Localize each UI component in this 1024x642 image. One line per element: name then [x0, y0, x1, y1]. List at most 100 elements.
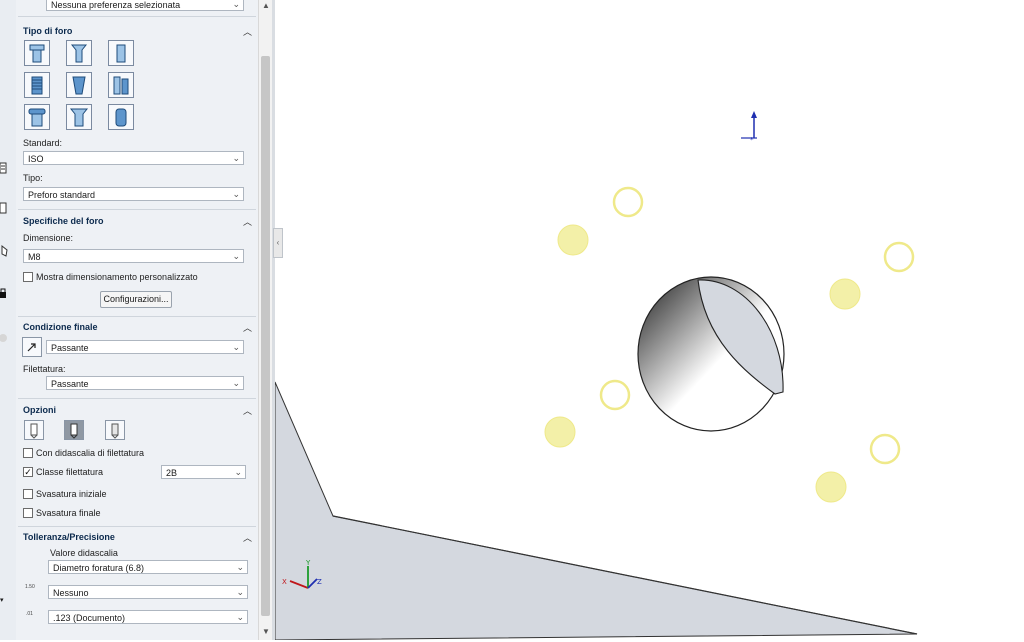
chevron-down-icon: ⌄: [236, 612, 244, 622]
scroll-down-icon[interactable]: ▼: [259, 626, 273, 638]
callout-checkbox[interactable]: [23, 448, 33, 458]
scroll-up-icon[interactable]: ▲: [259, 0, 273, 12]
chevron-down-icon: ⌄: [236, 587, 244, 597]
graphics-viewport[interactable]: * X Y Z: [274, 0, 1024, 641]
list-icon[interactable]: [0, 162, 8, 174]
chevron-down-icon: ⌄: [232, 251, 240, 261]
svg-text:*: *: [750, 136, 754, 144]
collapse-icon[interactable]: ︿: [243, 25, 252, 38]
countersink-slot-icon[interactable]: [66, 104, 92, 130]
divider: [18, 526, 256, 527]
dimensione-label: Dimensione:: [23, 233, 74, 243]
precision-icon: .01: [26, 611, 33, 617]
legacy-hole-icon[interactable]: [108, 72, 134, 98]
lock-icon[interactable]: [0, 286, 8, 298]
tipo-label: Tipo:: [23, 173, 43, 183]
custom-sizing-checkbox[interactable]: [23, 272, 33, 282]
standard-dropdown[interactable]: ISO ⌄: [23, 151, 244, 165]
collapse-icon[interactable]: ︿: [243, 531, 252, 544]
near-side-countersink-label: Svasatura iniziale: [36, 489, 107, 499]
end-condition-value: Passante: [51, 343, 89, 353]
precision-dropdown[interactable]: .123 (Documento) ⌄: [48, 610, 248, 624]
hole-preview-outline: [883, 241, 915, 273]
chevron-down-icon: ⌄: [236, 562, 244, 572]
tapped-hole-icon[interactable]: [24, 72, 50, 98]
thread-class-dropdown[interactable]: 2B ⌄: [161, 465, 246, 479]
divider: [18, 316, 256, 317]
chevron-down-icon: ⌄: [232, 153, 240, 163]
chevron-down-icon: ⌄: [232, 189, 240, 199]
tipo-dropdown[interactable]: Preforo standard ⌄: [23, 187, 244, 201]
straight-hole-icon[interactable]: [108, 40, 134, 66]
hole-preview-filled: [557, 224, 589, 256]
favorite-dropdown[interactable]: Nessuna preferenza selezionata ⌄: [46, 0, 244, 11]
valore-didascalia-label: Valore didascalia: [50, 548, 118, 558]
far-side-countersink-checkbox[interactable]: [23, 508, 33, 518]
tolerance-type-icon: 1.50: [25, 584, 35, 590]
thread-cosmetic-icon[interactable]: [64, 420, 84, 440]
collapse-icon[interactable]: ︿: [243, 321, 252, 334]
section-title-tolleranza: Tolleranza/Precisione: [23, 532, 115, 542]
properties-icon[interactable]: [0, 202, 8, 214]
axis-y-label: Y: [305, 559, 311, 567]
thread-class-label: Classe filettatura: [36, 467, 104, 477]
origin-marker-icon: *: [741, 111, 757, 144]
custom-sizing-label: Mostra dimensionamento personalizzato: [36, 272, 198, 282]
chevron-down-icon: ⌄: [234, 467, 242, 477]
counterbore-slot-icon[interactable]: [24, 104, 50, 130]
scroll-thumb[interactable]: [261, 56, 270, 616]
dimensione-dropdown[interactable]: M8 ⌄: [23, 249, 244, 263]
standard-label: Standard:: [23, 138, 63, 148]
favorite-dropdown-value: Nessuna preferenza selezionata: [51, 0, 181, 10]
chevron-down-icon: ⌄: [232, 378, 240, 388]
divider: [18, 398, 256, 399]
divider: [18, 16, 256, 17]
section-title-opzioni: Opzioni: [23, 405, 56, 415]
collapse-icon[interactable]: ︿: [243, 215, 252, 228]
thread-class-value: 2B: [166, 468, 178, 478]
tipo-value: Preforo standard: [28, 190, 96, 200]
valore-didascalia-dropdown[interactable]: Diametro foratura (6.8) ⌄: [48, 560, 248, 574]
hole-preview-outline: [612, 186, 644, 218]
hole-preview-outline: [869, 433, 901, 465]
thread-shaded-icon[interactable]: [105, 420, 125, 440]
filettatura-label: Filettatura:: [23, 364, 66, 374]
part-lower-face: [274, 381, 918, 641]
panel-scrollbar[interactable]: ▲ ▼: [258, 0, 273, 640]
hole-preview-filled: [815, 471, 847, 503]
expand-arrow-icon[interactable]: ▾: [0, 596, 8, 608]
far-side-countersink-label: Svasatura finale: [36, 508, 101, 518]
hand-icon[interactable]: [0, 244, 8, 257]
configurations-button[interactable]: Configurazioni...: [100, 291, 172, 308]
chevron-down-icon: ⌄: [232, 342, 240, 352]
hole-preview-outline: [599, 379, 631, 411]
axis-x-label: X: [282, 578, 287, 586]
countersink-hole-icon[interactable]: [66, 40, 92, 66]
reverse-direction-icon[interactable]: [22, 337, 42, 357]
dimensione-value: M8: [28, 252, 41, 262]
collapse-icon[interactable]: ︿: [243, 404, 252, 417]
axis-z-label: Z: [317, 578, 322, 586]
hole-preview-filled: [544, 416, 576, 448]
tapered-hole-icon[interactable]: [66, 72, 92, 98]
section-title-specifiche: Specifiche del foro: [23, 216, 104, 226]
chevron-down-icon: ⌄: [232, 0, 240, 9]
thread-no-cosmetic-icon[interactable]: [24, 420, 44, 440]
callout-label: Con didascalia di filettatura: [36, 448, 145, 458]
end-condition-dropdown[interactable]: Passante ⌄: [46, 340, 244, 354]
tolerance-value: Nessuno: [53, 588, 89, 598]
filettatura-value: Passante: [51, 379, 89, 389]
section-title-tipo-di-foro: Tipo di foro: [23, 26, 73, 36]
appearance-icon[interactable]: [0, 332, 8, 344]
tolerance-dropdown[interactable]: Nessuno ⌄: [48, 585, 248, 599]
near-side-countersink-checkbox[interactable]: [23, 489, 33, 499]
counterbore-hole-icon[interactable]: [24, 40, 50, 66]
straight-slot-icon[interactable]: [108, 104, 134, 130]
filettatura-dropdown[interactable]: Passante ⌄: [46, 376, 244, 390]
precision-value: .123 (Documento): [53, 613, 126, 623]
left-toolbar-strip: ▾: [0, 0, 17, 640]
center-hole: [637, 276, 785, 432]
model-view[interactable]: * X Y Z: [274, 0, 1024, 641]
thread-class-checkbox[interactable]: ✓: [23, 467, 33, 477]
hole-preview-filled: [829, 278, 861, 310]
